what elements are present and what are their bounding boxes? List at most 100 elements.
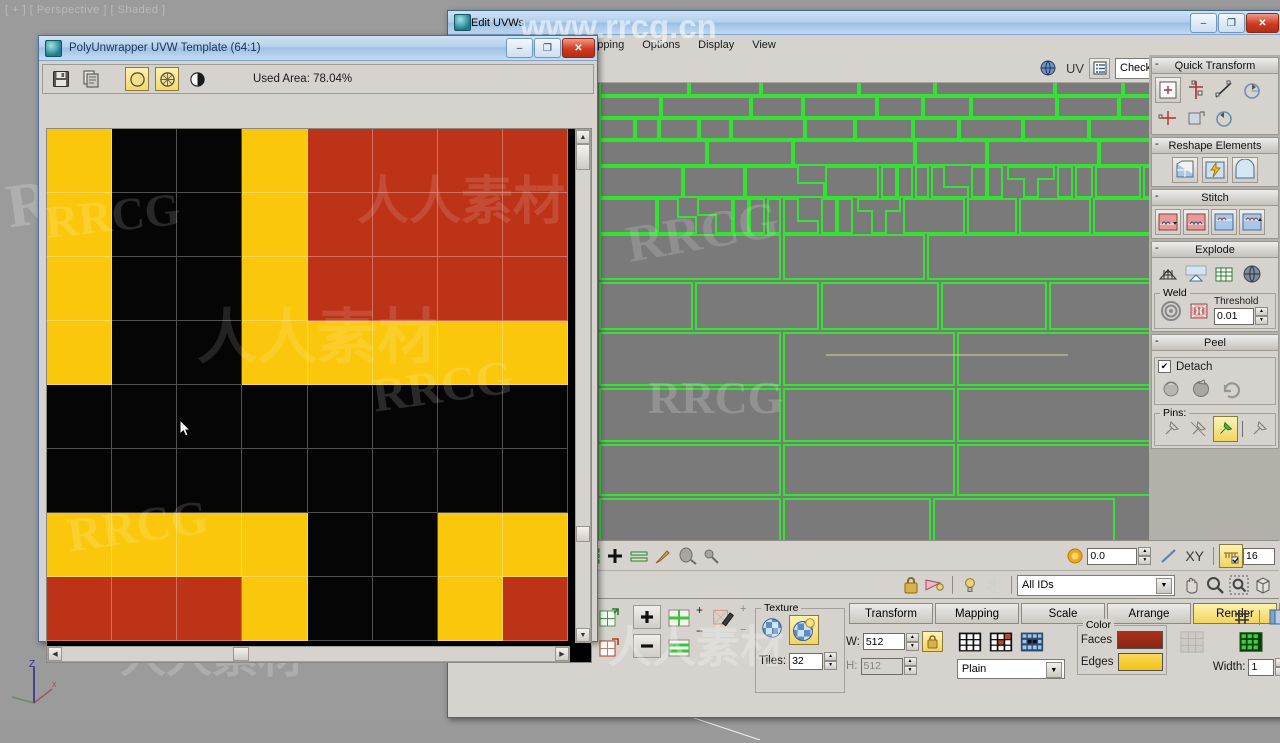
explode-angle-icon[interactable] [1183,261,1209,287]
rollout-quick-transform[interactable]: - Quick Transform [1151,57,1279,135]
grid-toggle-icon[interactable] [1230,605,1254,629]
paint-minus-icon[interactable]: − [740,624,746,636]
stitch-red-custom-icon[interactable] [1183,209,1209,235]
polyunwrapper-titlebar[interactable]: PolyUnwrapper UVW Template (64:1) – ❐ ✕ [39,36,597,61]
paint-plus-icon[interactable]: + [740,603,746,615]
vertical-scroll-thumb-2[interactable] [576,526,590,542]
material-ids-combo[interactable]: All IDs ▼ [1017,574,1175,596]
spin-up-button[interactable]: ▲ [1138,547,1152,556]
zoom-icon[interactable] [1203,573,1227,597]
filter-selected-faces-icon[interactable] [923,573,947,597]
pin-clear-icon[interactable] [1247,416,1272,442]
edit-uvws-window-buttons[interactable]: – ❐ ✕ [1190,13,1279,33]
flat-shading-icon[interactable] [125,67,149,91]
scroll-up-button[interactable]: ▲ [576,130,590,144]
detach-checkbox[interactable]: ✔ [1158,360,1171,373]
render-mode-wire-icon[interactable] [957,629,983,655]
pin-active-icon[interactable] [1212,416,1238,442]
spin-up-button[interactable]: ▲ [1275,658,1280,667]
save-icon[interactable] [49,67,73,91]
horizontal-scroll-thumb[interactable] [233,647,249,661]
arc-shape-icon[interactable] [1232,157,1258,183]
expand-contract-cluster[interactable] [596,605,622,661]
explode-sphere-icon[interactable] [1239,261,1265,287]
freeze-icon[interactable] [982,573,1006,597]
list-icon[interactable] [1089,57,1110,79]
remove-from-selection-icon[interactable] [633,634,661,658]
shrink-selection-icon[interactable] [596,635,622,661]
spin-down-button[interactable]: ▼ [1255,316,1268,325]
maximize-button[interactable]: ❐ [534,38,561,58]
move-pivot-icon[interactable] [1155,77,1181,103]
spin-up-button[interactable]: ▲ [824,652,838,661]
collapse-icon[interactable]: - [1155,190,1159,202]
render-style-combo[interactable]: Plain ▼ [956,659,1065,679]
render-width-spinner[interactable]: ▲▼ [862,632,919,651]
edge-width-spinner[interactable]: ▲▼ [1248,658,1280,676]
paint-select-brush-icon[interactable] [711,605,737,631]
checker-off-icon[interactable] [759,615,785,641]
falloff-input[interactable] [1087,547,1138,565]
grid-snap-input[interactable] [1243,547,1275,565]
scroll-left-button[interactable]: ◀ [48,647,62,661]
plus-rows-icon[interactable] [603,544,627,568]
spin-up-button[interactable]: ▲ [1255,307,1268,316]
break-weld-icon[interactable] [1186,298,1212,324]
lock-icon[interactable] [899,573,923,597]
contrast-icon[interactable] [185,67,209,91]
menu-view[interactable]: View [743,37,785,53]
peel-reset-icon[interactable] [1218,375,1244,401]
rollout-header[interactable]: - Explode [1152,242,1278,258]
polyunwrapper-toolbar[interactable]: Used Area: 78.04% [42,64,594,94]
add-remove-cluster[interactable] [633,605,661,658]
align-diagonal-icon[interactable] [1211,77,1237,103]
relax-grid-icon[interactable] [1172,157,1198,183]
copy-icon[interactable] [79,67,103,91]
soft-selection-icon[interactable] [675,544,699,568]
loop-ring-cluster[interactable] [666,605,692,661]
soft-sel-falloff-icon[interactable] [1063,544,1087,568]
edit-uvws-titlebar[interactable]: Edit UVWs – ❐ ✕ [448,11,1280,35]
pin-remove-icon[interactable] [1185,416,1210,442]
minimize-button[interactable]: – [506,38,533,58]
grow-selection-icon[interactable] [596,605,622,631]
loop-plus-icon[interactable]: + [696,603,703,617]
loop-v-icon[interactable] [666,635,692,661]
tiles-spinner[interactable]: ▲▼ [789,652,838,670]
render-tab-content[interactable]: W: ▲▼ H: ▲▼ [846,619,1280,681]
rotate-ccw-icon[interactable] [1211,105,1237,131]
explode-faces-icon[interactable] [1155,261,1181,287]
stitch-blue-up-icon[interactable] [1239,209,1265,235]
falloff-curve-icon[interactable] [1157,544,1181,568]
render-seams-green-icon[interactable] [1238,629,1264,655]
zoom-region-icon[interactable] [1227,573,1251,597]
menu-options[interactable]: Options [633,37,689,53]
rollout-header[interactable]: - Reshape Elements [1152,138,1278,154]
box-move-icon[interactable] [1183,105,1209,131]
shaded-icon[interactable] [155,67,179,91]
show-hidden-icon[interactable] [958,573,982,597]
panel-tabstrip[interactable]: Transform Mapping Scale Arrange Render T… [849,603,1280,624]
add-to-selection-icon[interactable] [633,605,661,629]
rollout-reshape-elements[interactable]: - Reshape Elements [1151,137,1279,187]
dock-panel-icon[interactable] [1265,605,1280,629]
loop-plusminus[interactable]: + − [696,603,703,638]
rollout-peel[interactable]: - Peel ✔ Detach Pins: [1151,334,1279,449]
equal-rows-icon[interactable] [627,544,651,568]
uv-edit-canvas[interactable]: RRCG [598,83,1188,541]
menu-display[interactable]: Display [689,37,743,53]
aspect-lock-icon[interactable] [921,631,943,652]
paint-select-cluster[interactable] [711,605,737,631]
spin-up-button[interactable]: ▲ [905,632,919,642]
collapse-icon[interactable]: - [1155,58,1159,70]
rollout-header[interactable]: - Quick Transform [1152,58,1278,74]
vertical-scrollbar[interactable]: ▲ ▼ [575,129,591,643]
render-mode-faces-icon[interactable] [988,629,1014,655]
move-h-icon[interactable] [1155,105,1181,131]
grid-snap-spinner[interactable] [1243,547,1275,565]
explode-grid-icon[interactable] [1211,261,1237,287]
edit-uvws-right-panel[interactable]: - Quick Transform - Reshape Elements - S… [1149,55,1280,541]
vertical-scroll-thumb[interactable] [576,144,590,170]
falloff-spinner[interactable]: ▲▼ [1087,547,1152,565]
maximize-button[interactable]: ❐ [1218,13,1245,33]
